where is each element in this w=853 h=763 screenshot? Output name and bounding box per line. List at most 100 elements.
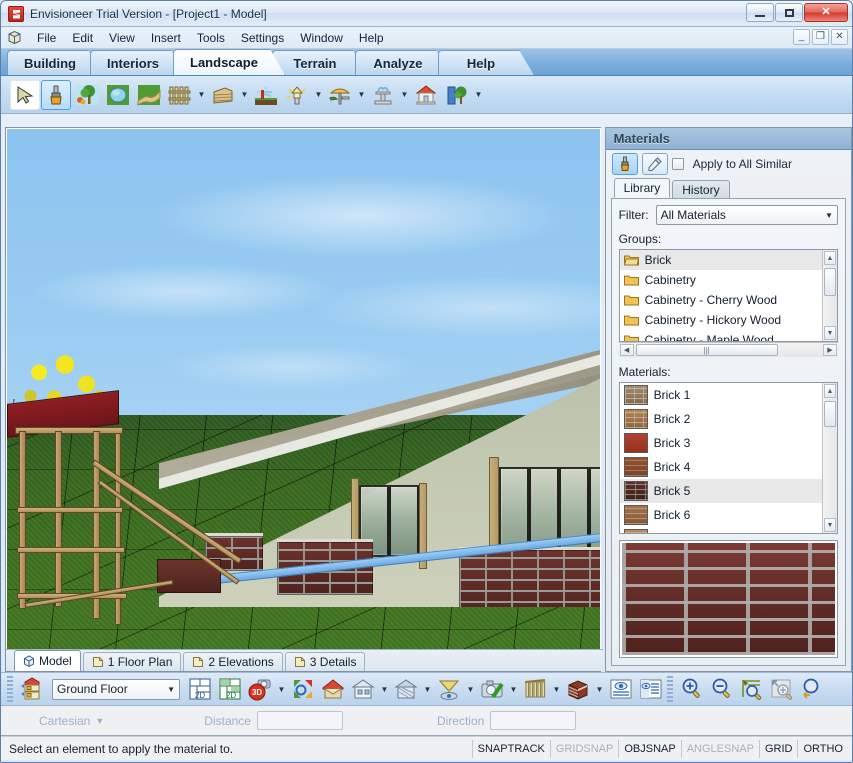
pond-tool[interactable] [103, 80, 133, 110]
roof-dropdown-arrow[interactable]: ▼ [422, 675, 433, 703]
menu-help[interactable]: Help [351, 29, 392, 47]
mdi-minimize-button[interactable]: _ [793, 29, 810, 45]
path-tool[interactable] [134, 80, 164, 110]
catalog-dropdown-arrow[interactable]: ▼ [473, 81, 484, 109]
document-tab-model[interactable]: Model [14, 650, 81, 671]
menu-window[interactable]: Window [292, 29, 351, 47]
scroll-down-arrow-icon[interactable]: ▼ [824, 326, 836, 340]
outdoor-lighting-tool[interactable] [282, 80, 312, 110]
material-item-brick-2[interactable]: Brick 2 [620, 407, 822, 431]
section-button[interactable] [521, 675, 549, 703]
snapshot-button[interactable] [478, 675, 506, 703]
fence-tool[interactable] [165, 80, 195, 110]
interior-view-button[interactable] [349, 675, 377, 703]
scroll-right-arrow-icon[interactable]: ▶ [823, 344, 837, 356]
exterior-view-button[interactable] [319, 675, 347, 703]
material-item-brick-6[interactable]: Brick 6 [620, 503, 822, 527]
document-tab-elevations[interactable]: 2 Elevations [183, 652, 283, 671]
direction-input[interactable] [490, 711, 577, 730]
groups-listbox[interactable]: Brick Cabinetry Cabinetry - Cherry Wood … [618, 249, 838, 342]
view-3d-button[interactable]: 3D [246, 675, 274, 703]
select-arrow-tool[interactable] [10, 79, 40, 110]
mdi-close-button[interactable]: ✕ [831, 29, 848, 45]
material-item-brick-3[interactable]: Brick 3 [620, 431, 822, 455]
material-item-brick-1[interactable]: Brick 1 [620, 383, 822, 407]
distance-input[interactable] [256, 711, 343, 730]
ribbon-tab-terrain[interactable]: Terrain [272, 50, 368, 75]
document-tab-floor-plan[interactable]: 1 Floor Plan [82, 652, 182, 671]
material-dropdown-arrow[interactable]: ▼ [594, 675, 605, 703]
material-item-brick-4[interactable]: Brick 4 [620, 455, 822, 479]
zoom-group-grip[interactable] [667, 676, 673, 702]
building-levels-icon[interactable] [18, 675, 46, 703]
interior-dropdown-arrow[interactable]: ▼ [379, 675, 390, 703]
3d-model-view[interactable] [7, 129, 600, 670]
patio-dropdown-arrow[interactable]: ▼ [356, 81, 367, 109]
status-objsnap[interactable]: OBJSNAP [618, 739, 680, 758]
material-cube-button[interactable] [564, 675, 592, 703]
fountain-tool[interactable] [368, 80, 398, 110]
plant-tool[interactable] [72, 80, 102, 110]
apply-material-button[interactable] [611, 153, 638, 175]
sun-dropdown-arrow[interactable]: ▼ [465, 675, 476, 703]
materials-vertical-scrollbar[interactable]: ▲ ▼ [822, 383, 837, 533]
group-item-cabinetry-maple[interactable]: Cabinetry - Maple Wood [620, 330, 822, 341]
section-dropdown-arrow[interactable]: ▼ [551, 675, 562, 703]
toolbar-grip[interactable] [7, 676, 13, 702]
view-2d-color-button[interactable]: 2D [216, 675, 244, 703]
zoom-previous-button[interactable] [798, 675, 826, 703]
maximize-button[interactable] [775, 3, 803, 22]
fence-dropdown-arrow[interactable]: ▼ [196, 81, 207, 109]
menu-view[interactable]: View [101, 29, 143, 47]
tab-library[interactable]: Library [613, 178, 671, 198]
scroll-up-arrow-icon[interactable]: ▲ [824, 251, 836, 265]
ribbon-tab-landscape[interactable]: Landscape [173, 49, 285, 75]
deck-tool[interactable] [208, 80, 238, 110]
menu-insert[interactable]: Insert [143, 29, 189, 47]
close-button[interactable]: ✕ [804, 3, 848, 22]
material-item-brick-5[interactable]: Brick 5 [619, 479, 822, 503]
materials-scroll-thumb[interactable] [824, 401, 836, 427]
pick-material-button[interactable] [641, 153, 668, 175]
groups-scroll-thumb[interactable] [824, 268, 836, 296]
minimize-button[interactable] [746, 3, 774, 22]
tab-history[interactable]: History [672, 180, 730, 198]
groups-hscroll-thumb[interactable]: ||| [635, 344, 778, 356]
zoom-extents-button[interactable] [768, 675, 796, 703]
filter-select[interactable]: All Materials ▼ [655, 205, 838, 225]
display-settings-button[interactable] [637, 675, 665, 703]
patio-furniture-tool[interactable] [325, 80, 355, 110]
snapshot-dropdown-arrow[interactable]: ▼ [508, 675, 519, 703]
sprinkler-tool[interactable] [251, 80, 281, 110]
scroll-left-arrow-icon[interactable]: ◀ [619, 344, 634, 356]
gazebo-tool[interactable] [411, 80, 441, 110]
group-item-brick[interactable]: Brick [619, 250, 822, 270]
mdi-restore-button[interactable]: ❐ [812, 29, 829, 45]
menu-file[interactable]: File [29, 29, 64, 47]
group-item-cabinetry-cherry[interactable]: Cabinetry - Cherry Wood [620, 290, 822, 310]
document-tab-details[interactable]: 3 Details [284, 652, 366, 671]
ribbon-tab-interiors[interactable]: Interiors [90, 50, 186, 75]
zoom-out-button[interactable] [708, 675, 736, 703]
view-2d-button[interactable]: 2D [186, 675, 214, 703]
ribbon-tab-building[interactable]: Building [7, 50, 103, 75]
coordinate-mode-arrow-icon[interactable]: ▼ [95, 716, 104, 726]
landscape-catalog-tool[interactable] [442, 80, 472, 110]
zoom-window-button[interactable] [738, 675, 766, 703]
apply-all-similar-checkbox[interactable] [671, 158, 684, 170]
status-snaptrack[interactable]: SNAPTRACK [471, 739, 550, 758]
scroll-up-arrow-icon[interactable]: ▲ [824, 384, 836, 398]
ribbon-tab-help[interactable]: Help [438, 50, 534, 75]
lighting-dropdown-arrow[interactable]: ▼ [313, 81, 324, 109]
material-paintbrush-tool[interactable] [41, 79, 71, 110]
ribbon-tab-analyze[interactable]: Analyze [355, 50, 451, 75]
status-ortho[interactable]: ORTHO [797, 739, 848, 758]
groups-vertical-scrollbar[interactable]: ▲ ▼ [822, 250, 837, 341]
scroll-down-arrow-icon[interactable]: ▼ [824, 518, 836, 532]
status-grid[interactable]: GRID [758, 739, 798, 758]
view-3d-dropdown-arrow[interactable]: ▼ [276, 675, 287, 703]
sun-study-button[interactable] [435, 675, 463, 703]
group-item-cabinetry[interactable]: Cabinetry [620, 270, 822, 290]
status-anglesnap[interactable]: ANGLESNAP [680, 739, 759, 758]
deck-dropdown-arrow[interactable]: ▼ [239, 81, 250, 109]
